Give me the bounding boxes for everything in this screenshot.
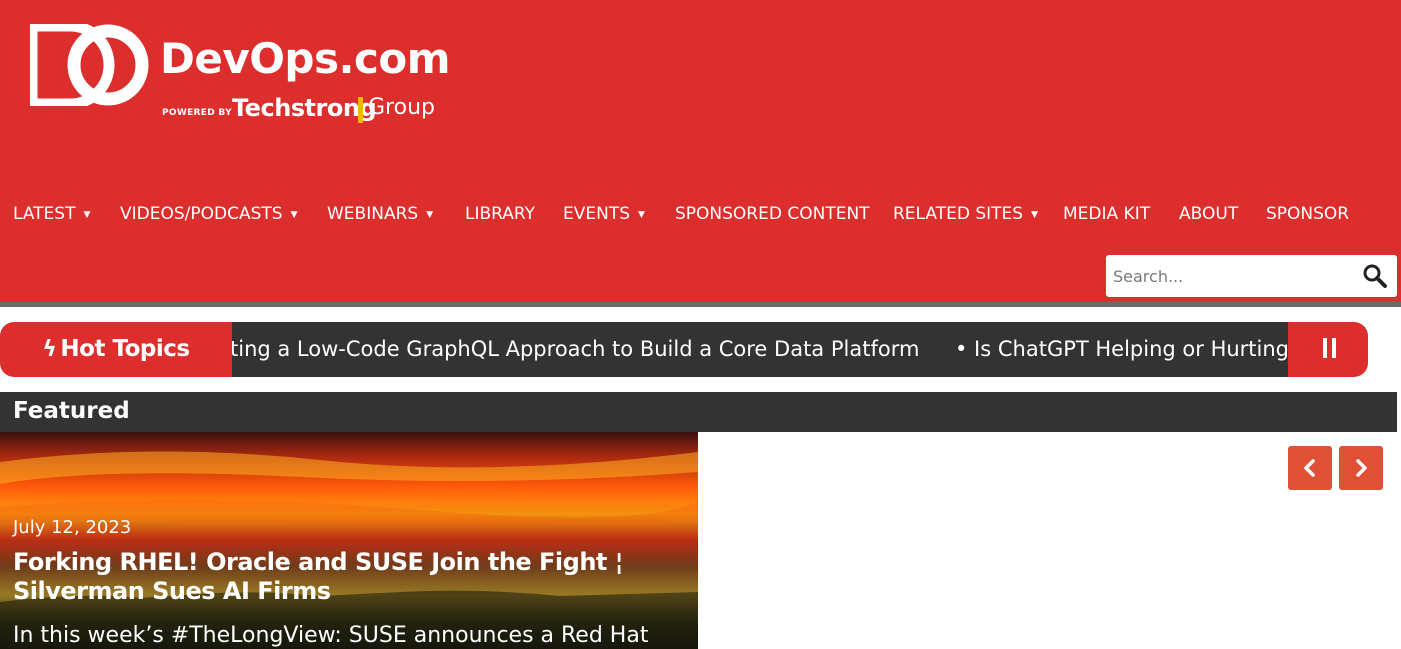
ticker-pause-button[interactable] — [1288, 322, 1368, 377]
chevron-right-icon — [1356, 459, 1367, 477]
caret-down-icon: ▼ — [83, 210, 91, 220]
ticker-item[interactable]: • Is ChatGPT Helping or Hurting — [955, 322, 1288, 377]
nav-item-label: LATEST — [13, 204, 76, 224]
featured-article-image — [0, 432, 698, 649]
bolt-icon: ϟ — [42, 337, 57, 362]
logo-brand: Techstrong — [232, 94, 377, 122]
hot-topics-ticker: ϟ Hot Topics ting a Low-Code GraphQL Appr… — [0, 322, 1368, 377]
nav-item-webinars[interactable]: WEBINARS ▼ — [327, 200, 433, 229]
search-input[interactable] — [1106, 255, 1356, 297]
caret-down-icon: ▼ — [426, 210, 434, 220]
caret-down-icon: ▼ — [638, 210, 645, 220]
featured-header: Featured — [0, 392, 1397, 432]
nav-item-label: LIBRARY — [465, 204, 536, 224]
nav-item-sponsored-content[interactable]: SPONSORED CONTENT — [675, 200, 870, 228]
nav-item-label: RELATED SITES — [893, 204, 1024, 224]
section-title: Featured — [13, 398, 130, 424]
slider-next-button[interactable] — [1339, 446, 1383, 490]
featured-article[interactable]: July 12, 2023 Forking RHEL! Oracle and S… — [0, 432, 698, 649]
article-date: July 12, 2023 — [13, 517, 132, 538]
chevron-left-icon — [1304, 459, 1315, 477]
search-box — [1106, 255, 1397, 297]
logo-mark-icon — [30, 24, 149, 106]
search-button[interactable] — [1362, 263, 1388, 289]
slider-prev-button[interactable] — [1288, 446, 1332, 490]
nav-item-latest[interactable]: LATEST ▼ — [13, 200, 90, 229]
caret-down-icon: ▼ — [290, 210, 298, 220]
search-icon — [1363, 264, 1387, 288]
nav-item-label: SPONSOR — [1266, 204, 1350, 224]
pause-icon — [1323, 338, 1327, 358]
article-headline[interactable]: Forking RHEL! Oracle and SUSE Join the F… — [13, 548, 653, 606]
logo-separator — [358, 97, 363, 123]
nav-item-label: WEBINARS — [327, 204, 419, 224]
header-divider — [0, 302, 1401, 307]
pause-icon — [1332, 338, 1336, 358]
logo-title: DevOps.com — [160, 34, 450, 83]
caret-down-icon: ▼ — [1031, 210, 1038, 220]
site-logo[interactable]: DevOps.com POWERED BY Techstrong Group — [30, 24, 450, 134]
nav-item-library[interactable]: LIBRARY — [465, 200, 535, 228]
ticker-item[interactable]: ting a Low-Code GraphQL Approach to Buil… — [232, 322, 919, 377]
hot-topics-label: ϟ Hot Topics — [0, 322, 232, 377]
nav-item-about[interactable]: ABOUT — [1179, 200, 1238, 228]
nav-item-label: SPONSORED CONTENT — [675, 204, 870, 224]
nav-item-label: ABOUT — [1179, 204, 1239, 224]
logo-powered-by: POWERED BY — [162, 108, 232, 118]
nav-item-label: EVENTS — [563, 204, 631, 224]
article-excerpt: In this week’s #TheLongView: SUSE announ… — [13, 623, 649, 648]
nav-item-related-sites[interactable]: RELATED SITES ▼ — [893, 200, 1038, 229]
nav-item-videos-podcasts[interactable]: VIDEOS/PODCASTS ▼ — [120, 200, 297, 229]
site-header: DevOps.com POWERED BY Techstrong Group L… — [0, 0, 1401, 302]
ticker-track: ting a Low-Code GraphQL Approach to Buil… — [232, 322, 1288, 377]
nav-item-events[interactable]: EVENTS ▼ — [563, 200, 645, 229]
nav-item-label: VIDEOS/PODCASTS — [120, 204, 283, 224]
nav-item-media-kit[interactable]: MEDIA KIT — [1063, 200, 1150, 228]
nav-item-sponsor[interactable]: SPONSOR — [1266, 200, 1349, 228]
logo-group: Group — [368, 95, 435, 120]
nav-item-label: MEDIA KIT — [1063, 204, 1151, 224]
hot-topics-title: Hot Topics — [60, 336, 190, 362]
